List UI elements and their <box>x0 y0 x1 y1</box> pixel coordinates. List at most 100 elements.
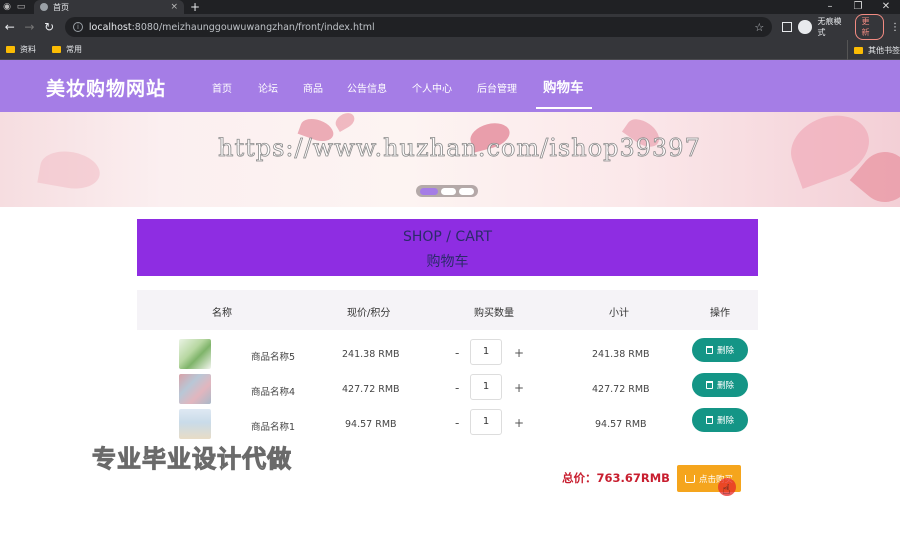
delete-button[interactable]: 删除 <box>692 408 748 432</box>
cart-table-header: 名称 现价/积分 购买数量 小计 操作 <box>137 290 758 330</box>
qty-input[interactable]: 1 <box>470 374 502 400</box>
cart-title-cn: 购物车 <box>426 254 469 270</box>
qty-input[interactable]: 1 <box>470 339 502 365</box>
site-logo[interactable]: 美妆购物网站 <box>46 74 166 101</box>
nav-announcements[interactable]: 公告信息 <box>347 80 387 95</box>
nav-forum[interactable]: 论坛 <box>258 80 278 95</box>
other-bookmarks-label: 其他书签 <box>868 45 900 55</box>
browser-menu-icon[interactable]: ⋮ <box>890 22 900 33</box>
nav-profile[interactable]: 个人中心 <box>412 80 452 95</box>
product-image[interactable] <box>179 374 211 404</box>
window-controls: – ❐ ✕ <box>816 0 900 14</box>
product-name[interactable]: 商品名称1 <box>251 419 295 433</box>
nav-admin[interactable]: 后台管理 <box>477 80 517 95</box>
bookmark-folder-changyong[interactable]: 常用 <box>52 44 82 55</box>
back-icon[interactable]: ← <box>0 20 20 34</box>
minimize-icon[interactable]: – <box>816 0 844 14</box>
bookmark-label: 常用 <box>66 45 82 54</box>
qty-input[interactable]: 1 <box>470 409 502 435</box>
delete-label: 删除 <box>716 346 734 356</box>
folder-icon <box>52 46 61 53</box>
bookmarks-bar: 资料 常用 其他书签 <box>0 40 900 60</box>
restore-icon[interactable]: ❐ <box>844 0 872 14</box>
product-name[interactable]: 商品名称5 <box>251 349 295 363</box>
url-path: :8080/meizhaunggouwuwangzhan/front/index… <box>131 21 375 33</box>
nav-home[interactable]: 首页 <box>212 80 232 95</box>
cart-title-en: SHOP / CART <box>402 229 493 245</box>
url-host: localhost <box>88 21 132 33</box>
delete-label: 删除 <box>716 416 734 426</box>
product-price: 427.72 RMB <box>342 384 400 395</box>
table-row: 商品名称4 427.72 RMB - 1 + 427.72 RMB 删除 <box>137 371 758 406</box>
product-subtotal: 94.57 RMB <box>595 419 647 430</box>
tab-close-icon[interactable]: × <box>170 2 178 12</box>
qty-decrease-button[interactable]: - <box>455 346 459 360</box>
col-quantity: 购买数量 <box>474 308 514 319</box>
folder-icon <box>6 46 15 53</box>
address-bar[interactable]: i localhost :8080/meizhaunggouwuwangzhan… <box>64 17 773 37</box>
product-subtotal: 241.38 RMB <box>592 349 650 360</box>
hand-pointer-icon: ☝ <box>722 482 731 498</box>
carousel-dot-3[interactable] <box>459 187 474 195</box>
bookmark-folder-ziliao[interactable]: 资料 <box>6 44 36 55</box>
nav-cart[interactable]: 购物车 <box>543 76 584 96</box>
banner-watermark: https://www.huzhan.com/ishop39397 <box>218 134 701 163</box>
folder-icon <box>854 46 863 54</box>
col-price: 现价/积分 <box>347 308 391 319</box>
browser-profile-icon[interactable]: ◉ <box>0 0 14 14</box>
cart-icon <box>684 474 695 483</box>
side-panel-icon[interactable] <box>782 22 792 32</box>
browser-tab[interactable]: 首页 × <box>34 0 184 14</box>
trash-icon <box>705 381 713 389</box>
product-name[interactable]: 商品名称4 <box>251 384 295 398</box>
browser-toolbar: ← → ↻ i localhost :8080/meizhaunggouwuwa… <box>0 14 900 40</box>
update-button[interactable]: 更新 <box>854 14 884 40</box>
trash-icon <box>705 346 713 354</box>
bookmark-label: 资料 <box>20 45 36 54</box>
col-action: 操作 <box>710 308 730 319</box>
close-window-icon[interactable]: ✕ <box>872 0 900 14</box>
delete-button[interactable]: 删除 <box>692 373 748 397</box>
tab-search-icon[interactable]: ▭ <box>14 0 28 14</box>
qty-increase-button[interactable]: + <box>514 381 524 395</box>
product-image[interactable] <box>179 339 211 369</box>
carousel-indicators <box>416 185 478 197</box>
carousel-dot-2[interactable] <box>441 187 456 195</box>
incognito-label: 无痕模式 <box>817 17 842 37</box>
site-info-icon[interactable]: i <box>72 22 83 32</box>
product-price: 241.38 RMB <box>342 349 400 360</box>
cart-total: 总价：763.67RMB <box>562 471 670 485</box>
trash-icon <box>705 416 713 424</box>
product-image[interactable] <box>179 409 211 439</box>
product-subtotal: 427.72 RMB <box>592 384 650 395</box>
nav-products[interactable]: 商品 <box>303 80 323 95</box>
tab-title: 首页 <box>53 2 69 12</box>
bookmark-star-icon[interactable]: ☆ <box>754 21 764 34</box>
nav-active-indicator <box>536 107 592 109</box>
site-header: 美妆购物网站 首页 论坛 商品 公告信息 个人中心 后台管理 购物车 <box>0 60 900 112</box>
qty-increase-button[interactable]: + <box>514 346 524 360</box>
qty-increase-button[interactable]: + <box>514 416 524 430</box>
cart-title-block: SHOP / CART 购物车 <box>137 219 758 276</box>
qty-decrease-button[interactable]: - <box>455 381 459 395</box>
petal-decoration <box>332 112 358 133</box>
delete-label: 删除 <box>716 381 734 391</box>
product-price: 94.57 RMB <box>345 419 397 430</box>
table-row: 商品名称1 94.57 RMB - 1 + 94.57 RMB 删除 <box>137 406 758 441</box>
tab-favicon-icon <box>40 3 48 11</box>
qty-decrease-button[interactable]: - <box>455 416 459 430</box>
incognito-icon <box>797 20 812 34</box>
banner-carousel: https://www.huzhan.com/ishop39397 <box>0 112 900 207</box>
carousel-dot-1[interactable] <box>420 187 438 195</box>
overlay-watermark-text: 专业毕业设计代做 <box>92 445 292 474</box>
delete-button[interactable]: 删除 <box>692 338 748 362</box>
forward-icon[interactable]: → <box>20 20 40 34</box>
petal-decoration <box>37 147 103 193</box>
col-subtotal: 小计 <box>609 308 629 319</box>
reload-icon[interactable]: ↻ <box>39 20 59 34</box>
table-row: 商品名称5 241.38 RMB - 1 + 241.38 RMB 删除 <box>137 336 758 371</box>
col-name: 名称 <box>212 308 232 319</box>
browser-tab-bar: ◉ ▭ 首页 × + – ❐ ✕ <box>0 0 900 14</box>
new-tab-button[interactable]: + <box>190 0 200 14</box>
other-bookmarks[interactable]: 其他书签 <box>847 40 900 60</box>
